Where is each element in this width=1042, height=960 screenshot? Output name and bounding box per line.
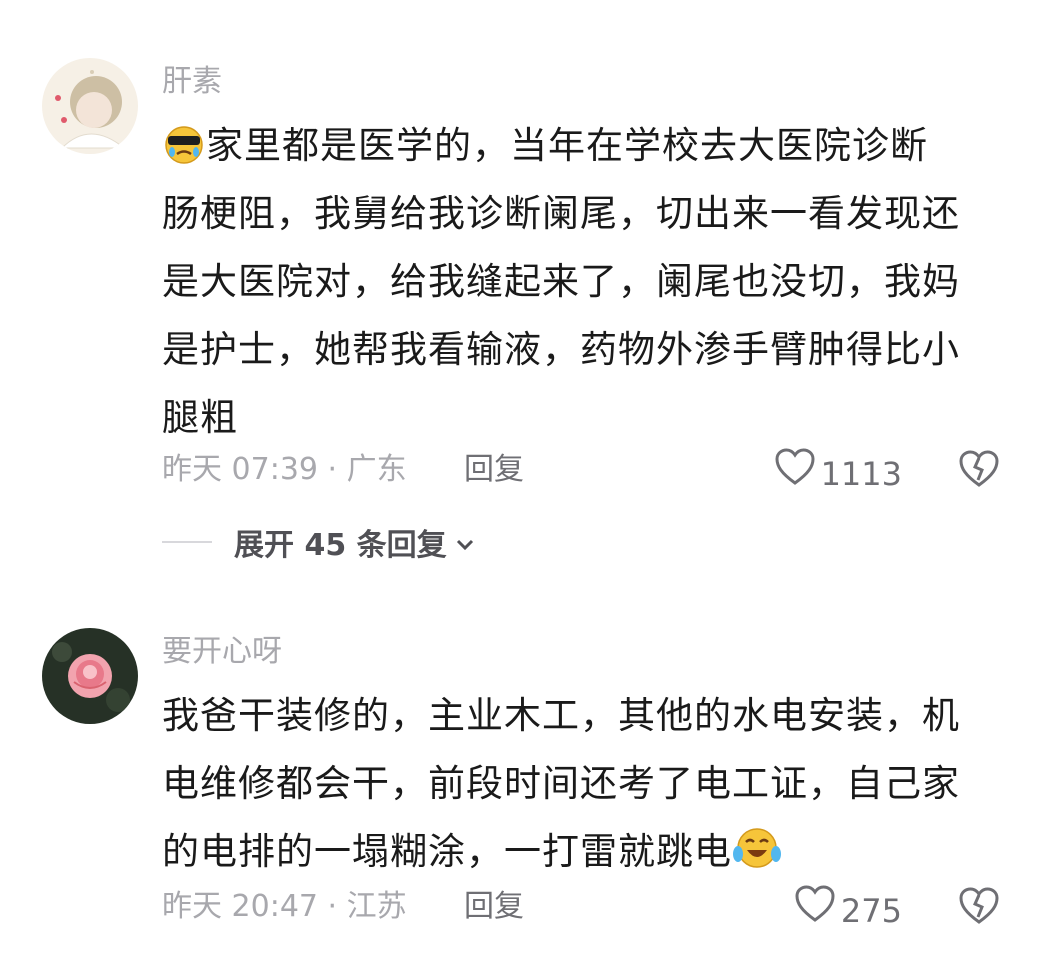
expand-replies-label: 展开 45 条回复 [234, 528, 447, 563]
dislike-button[interactable] [958, 887, 1000, 938]
crying-laughing-emoji [732, 824, 782, 892]
comment-line: 肠梗阻，我舅给我诊断阑尾，切出来一看发现还 [162, 192, 960, 235]
heart-icon [775, 448, 821, 499]
timestamp-location: 昨天 20:47 · 江苏 [162, 889, 407, 924]
like-count: 275 [840, 891, 902, 930]
comment-text: 我爸干装修的，主业木工，其他的水电安装，机 电维修都会干，前段时间还考了电工证，… [162, 682, 992, 886]
broken-heart-icon [958, 887, 1000, 933]
avatar[interactable] [42, 628, 138, 724]
heart-icon [795, 885, 841, 936]
chevron-down-icon [455, 525, 475, 560]
like-button[interactable]: 1113 [775, 448, 902, 499]
avatar[interactable] [42, 58, 138, 154]
comment-line: 是大医院对，给我缝起来了，阑尾也没切，我妈 [162, 260, 960, 303]
dislike-button[interactable] [958, 450, 1000, 501]
comment-text: 家里都是医学的，当年在学校去大医院诊断 肠梗阻，我舅给我诊断阑尾，切出来一看发现… [162, 112, 992, 452]
expand-replies-button[interactable]: 展开 45 条回复 [162, 520, 475, 564]
comment-line: 腿粗 [162, 396, 238, 439]
comment-line: 是护士，她帮我看输液，药物外渗手臂肿得比小 [162, 328, 960, 371]
comment-meta: 昨天 20:47 · 江苏 回复 275 [162, 885, 1002, 930]
username[interactable]: 要开心呀 [162, 632, 282, 672]
comment-line: 电维修都会干，前段时间还考了电工证，自己家 [162, 762, 960, 805]
like-count: 1113 [820, 454, 902, 493]
like-button[interactable]: 275 [795, 885, 902, 936]
broken-heart-icon [958, 450, 1000, 496]
comment-line: 的电排的一塌糊涂，一打雷就跳电 [162, 830, 732, 873]
comment-line: 我爸干装修的，主业木工，其他的水电安装，机 [162, 694, 960, 737]
comment-meta: 昨天 07:39 · 广东 回复 1113 [162, 448, 1002, 493]
reply-button[interactable]: 回复 [464, 885, 524, 929]
cool-crying-emoji [162, 118, 206, 186]
username[interactable]: 肝素 [162, 62, 222, 102]
reply-button[interactable]: 回复 [464, 448, 524, 492]
divider [162, 541, 212, 543]
timestamp-location: 昨天 07:39 · 广东 [162, 452, 407, 487]
comment-line: 家里都是医学的，当年在学校去大医院诊断 [206, 124, 928, 167]
